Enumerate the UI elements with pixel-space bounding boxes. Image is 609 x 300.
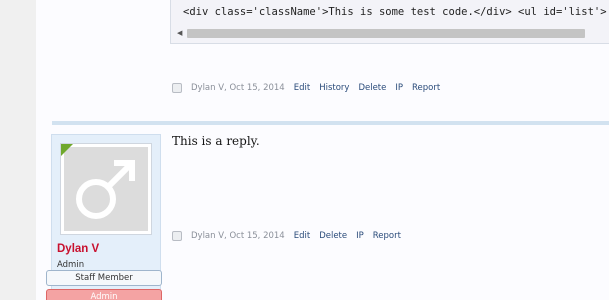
edit-link[interactable]: Edit	[294, 83, 310, 93]
report-link[interactable]: Report	[412, 83, 440, 93]
horizontal-scrollbar[interactable]: ◀	[175, 28, 605, 39]
select-post-checkbox[interactable]	[172, 231, 182, 241]
online-status-icon	[61, 144, 73, 156]
user-title: Admin	[57, 260, 85, 270]
post-meta: Dylan V, Oct 15, 2014 Edit History Delet…	[172, 83, 449, 93]
report-link[interactable]: Report	[373, 231, 401, 241]
code-line: <div class='className'>This is some test…	[183, 6, 607, 18]
code-block: <div class='className'>This is some test…	[170, 0, 609, 44]
avatar[interactable]	[60, 143, 152, 235]
ip-link[interactable]: IP	[356, 231, 364, 241]
post-meta: Dylan V, Oct 15, 2014 Edit Delete IP Rep…	[172, 231, 410, 241]
username[interactable]: Dylan V	[57, 243, 99, 255]
author-date: Dylan V, Oct 15, 2014	[191, 83, 285, 93]
scrollbar-thumb[interactable]	[187, 29, 585, 38]
select-post-checkbox[interactable]	[172, 83, 182, 93]
male-symbol-icon	[64, 147, 148, 231]
ip-link[interactable]: IP	[395, 83, 403, 93]
message-body: This is a reply.	[172, 134, 260, 148]
history-link[interactable]: History	[319, 83, 349, 93]
delete-link[interactable]: Delete	[319, 231, 347, 241]
post-separator	[52, 121, 609, 125]
admin-banner: Admin	[46, 289, 162, 300]
author-date: Dylan V, Oct 15, 2014	[191, 231, 285, 241]
edit-link[interactable]: Edit	[294, 231, 310, 241]
staff-member-banner: Staff Member	[46, 270, 162, 286]
arrow-left-icon[interactable]: ◀	[177, 28, 182, 39]
delete-link[interactable]: Delete	[358, 83, 386, 93]
